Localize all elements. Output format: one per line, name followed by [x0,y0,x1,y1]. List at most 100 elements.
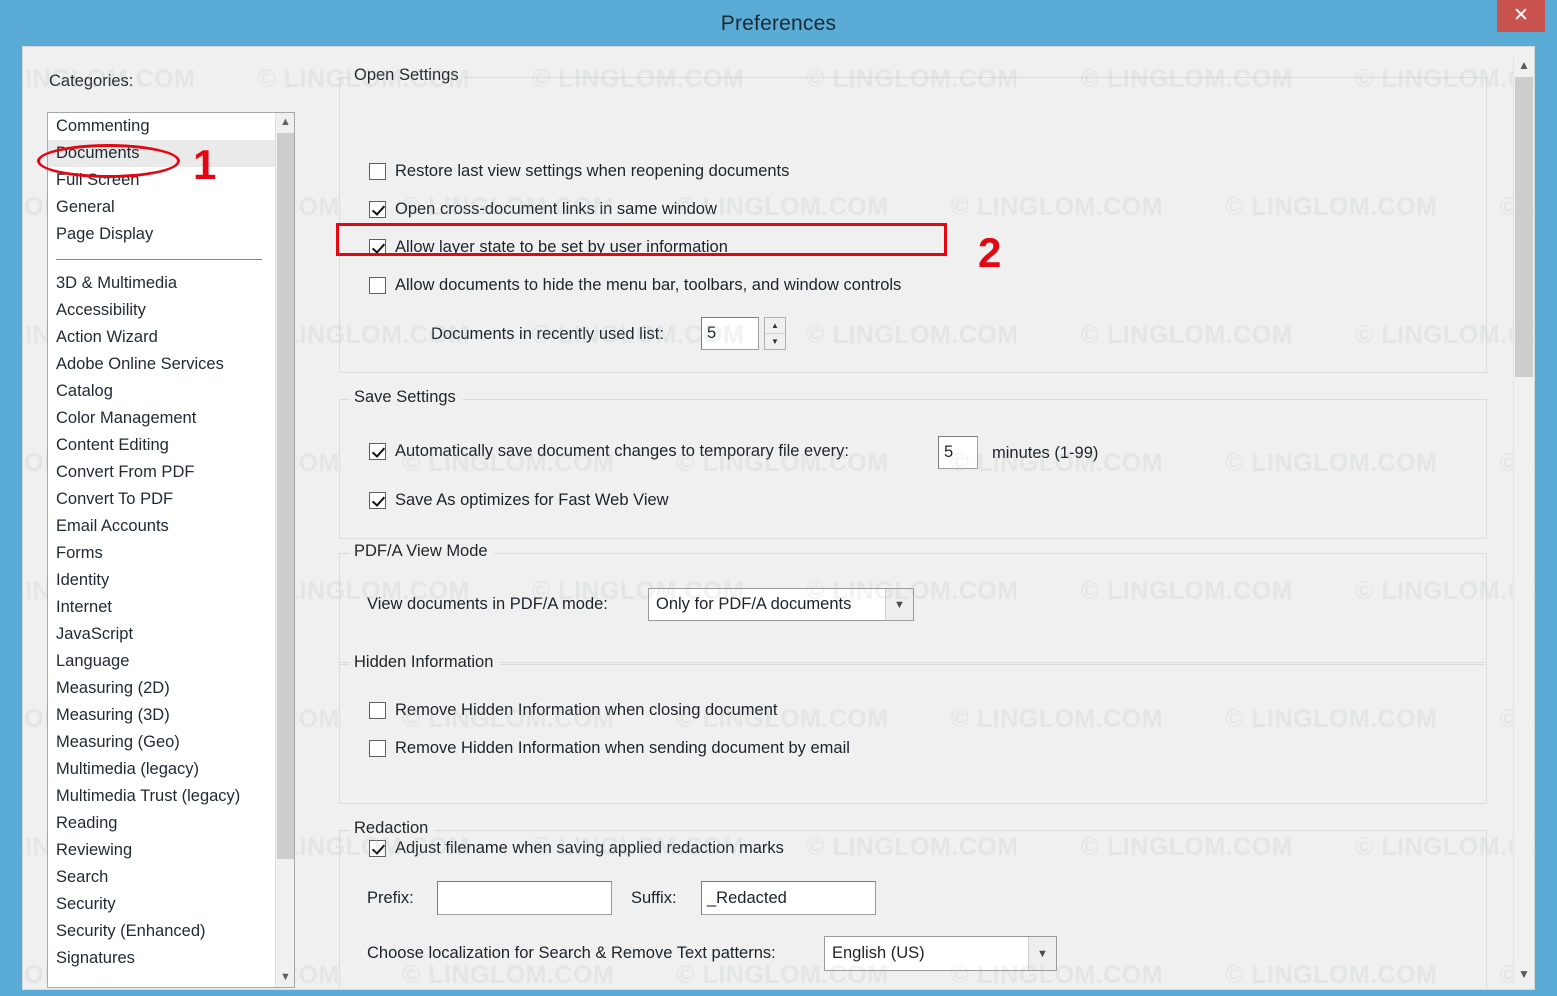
categories-listbox[interactable]: Commenting Documents Full Screen General Pag… [47,112,295,988]
sidebar-item-email-accounts[interactable]: Email Accounts [48,513,276,540]
categories-separator [48,248,276,270]
adjust-filename-row[interactable]: Adjust filename when saving applied reda… [369,839,784,858]
autosave-minutes-input[interactable]: 5 [938,436,978,469]
pane-scrollbar-thumb[interactable] [1515,77,1533,377]
restore-last-view-label: Restore last view settings when reopenin… [395,162,790,180]
sidebar-item-security-enhanced[interactable]: Security (Enhanced) [48,918,276,945]
sidebar-item-documents[interactable]: Documents [48,140,276,167]
remove-hidden-closing-label: Remove Hidden Information when closing d… [395,701,778,719]
hide-menu-bar-checkbox[interactable] [369,277,386,294]
cross-document-links-row[interactable]: Open cross-document links in same window [369,200,717,219]
cross-document-links-checkbox[interactable] [369,201,386,218]
sidebar-item-3d-multimedia[interactable]: 3D & Multimedia [48,270,276,297]
sidebar-item-accessibility[interactable]: Accessibility [48,297,276,324]
sidebar-item-commenting[interactable]: Commenting [48,113,276,140]
sidebar-item-internet[interactable]: Internet [48,594,276,621]
sidebar-item-catalog[interactable]: Catalog [48,378,276,405]
sidebar-item-general[interactable]: General [48,194,276,221]
categories-scrollbar[interactable]: ▲ ▼ [275,113,294,987]
recently-used-list-label: Documents in recently used list: [431,325,664,343]
sidebar-item-content-editing[interactable]: Content Editing [48,432,276,459]
close-icon: ✕ [1513,5,1529,26]
hidden-information-legend: Hidden Information [350,653,500,672]
sidebar-item-adobe-online-services[interactable]: Adobe Online Services [48,351,276,378]
sidebar-item-reading[interactable]: Reading [48,810,276,837]
adjust-filename-label: Adjust filename when saving applied reda… [395,839,784,857]
sidebar-item-convert-from-pdf[interactable]: Convert From PDF [48,459,276,486]
hide-menu-bar-label: Allow documents to hide the menu bar, to… [395,276,902,294]
adjust-filename-checkbox[interactable] [369,840,386,857]
localization-label: Choose localization for Search & Remove … [367,944,776,962]
recently-used-list-input[interactable]: 5 [701,317,759,350]
save-settings-legend: Save Settings [350,388,462,407]
sidebar-item-forms[interactable]: Forms [48,540,276,567]
fast-web-view-checkbox[interactable] [369,492,386,509]
categories-label: Categories: [49,72,134,90]
categories-scrollbar-thumb[interactable] [277,133,294,859]
remove-hidden-email-row[interactable]: Remove Hidden Information when sending d… [369,739,850,758]
close-button[interactable]: ✕ [1497,0,1545,32]
recently-used-list-stepper[interactable]: ▲ ▼ [764,317,786,350]
autosave-minutes-suffix: minutes (1-99) [992,444,1099,462]
sidebar-item-search[interactable]: Search [48,864,276,891]
sidebar-item-measuring-geo[interactable]: Measuring (Geo) [48,729,276,756]
chevron-down-icon[interactable]: ▼ [276,968,294,987]
preferences-window: Preferences ✕ © LINGLOM.COM© LINGLOM.COM… [0,0,1557,996]
remove-hidden-closing-checkbox[interactable] [369,702,386,719]
sidebar-item-measuring-3d[interactable]: Measuring (3D) [48,702,276,729]
cross-document-links-label: Open cross-document links in same window [395,200,717,218]
sidebar-item-convert-to-pdf[interactable]: Convert To PDF [48,486,276,513]
prefix-input[interactable] [437,881,612,915]
title-bar: Preferences ✕ [0,0,1557,48]
chevron-down-icon[interactable]: ▼ [1514,964,1534,985]
sidebar-item-language[interactable]: Language [48,648,276,675]
autosave-label: Automatically save document changes to t… [395,442,849,460]
categories-list: Commenting Documents Full Screen General Pag… [48,113,276,972]
sidebar-item-signatures[interactable]: Signatures [48,945,276,972]
sidebar-item-measuring-2d[interactable]: Measuring (2D) [48,675,276,702]
suffix-input[interactable]: _Redacted [701,881,876,915]
remove-hidden-email-label: Remove Hidden Information when sending d… [395,739,850,757]
chevron-up-icon[interactable]: ▲ [276,113,294,132]
prefix-label: Prefix: [367,889,414,907]
suffix-label: Suffix: [631,889,677,907]
layer-state-checkbox[interactable] [369,239,386,256]
save-settings-group: Save Settings [339,388,1487,539]
remove-hidden-closing-row[interactable]: Remove Hidden Information when closing d… [369,701,777,720]
sidebar-item-javascript[interactable]: JavaScript [48,621,276,648]
sidebar-item-multimedia-legacy[interactable]: Multimedia (legacy) [48,756,276,783]
restore-last-view-checkbox[interactable] [369,163,386,180]
sidebar-item-action-wizard[interactable]: Action Wizard [48,324,276,351]
redaction-legend: Redaction [350,819,435,838]
sidebar-item-identity[interactable]: Identity [48,567,276,594]
layer-state-row[interactable]: Allow layer state to be set by user info… [369,238,728,257]
sidebar-item-reviewing[interactable]: Reviewing [48,837,276,864]
localization-dropdown[interactable]: English (US) ▼ [824,936,1057,971]
sidebar-item-page-display[interactable]: Page Display [48,221,276,248]
remove-hidden-email-checkbox[interactable] [369,740,386,757]
dialog-client-area: © LINGLOM.COM© LINGLOM.COM© LINGLOM.COM©… [22,46,1535,990]
pane-scrollbar[interactable]: ▲ ▼ [1513,55,1534,985]
pdfa-view-mode-legend: PDF/A View Mode [350,542,494,561]
fast-web-view-label: Save As optimizes for Fast Web View [395,491,669,509]
hide-menu-bar-row[interactable]: Allow documents to hide the menu bar, to… [369,276,901,295]
pdfa-mode-label: View documents in PDF/A mode: [367,595,608,613]
chevron-down-icon: ▼ [1028,937,1056,970]
open-settings-legend: Open Settings [350,66,465,85]
chevron-down-icon: ▼ [885,589,913,620]
triangle-down-icon[interactable]: ▼ [765,334,785,349]
layer-state-label: Allow layer state to be set by user info… [395,238,728,256]
hidden-information-group: Hidden Information [339,653,1487,804]
fast-web-view-row[interactable]: Save As optimizes for Fast Web View [369,491,669,510]
pdfa-mode-dropdown[interactable]: Only for PDF/A documents ▼ [648,588,914,621]
autosave-row[interactable]: Automatically save document changes to t… [369,442,849,461]
restore-last-view-row[interactable]: Restore last view settings when reopenin… [369,162,789,181]
sidebar-item-full-screen[interactable]: Full Screen [48,167,276,194]
triangle-up-icon[interactable]: ▲ [765,318,785,334]
sidebar-item-color-management[interactable]: Color Management [48,405,276,432]
autosave-checkbox[interactable] [369,443,386,460]
sidebar-item-multimedia-trust-legacy[interactable]: Multimedia Trust (legacy) [48,783,276,810]
sidebar-item-security[interactable]: Security [48,891,276,918]
chevron-up-icon[interactable]: ▲ [1514,55,1534,76]
settings-pane: Open Settings Restore last view settings… [313,55,1513,989]
